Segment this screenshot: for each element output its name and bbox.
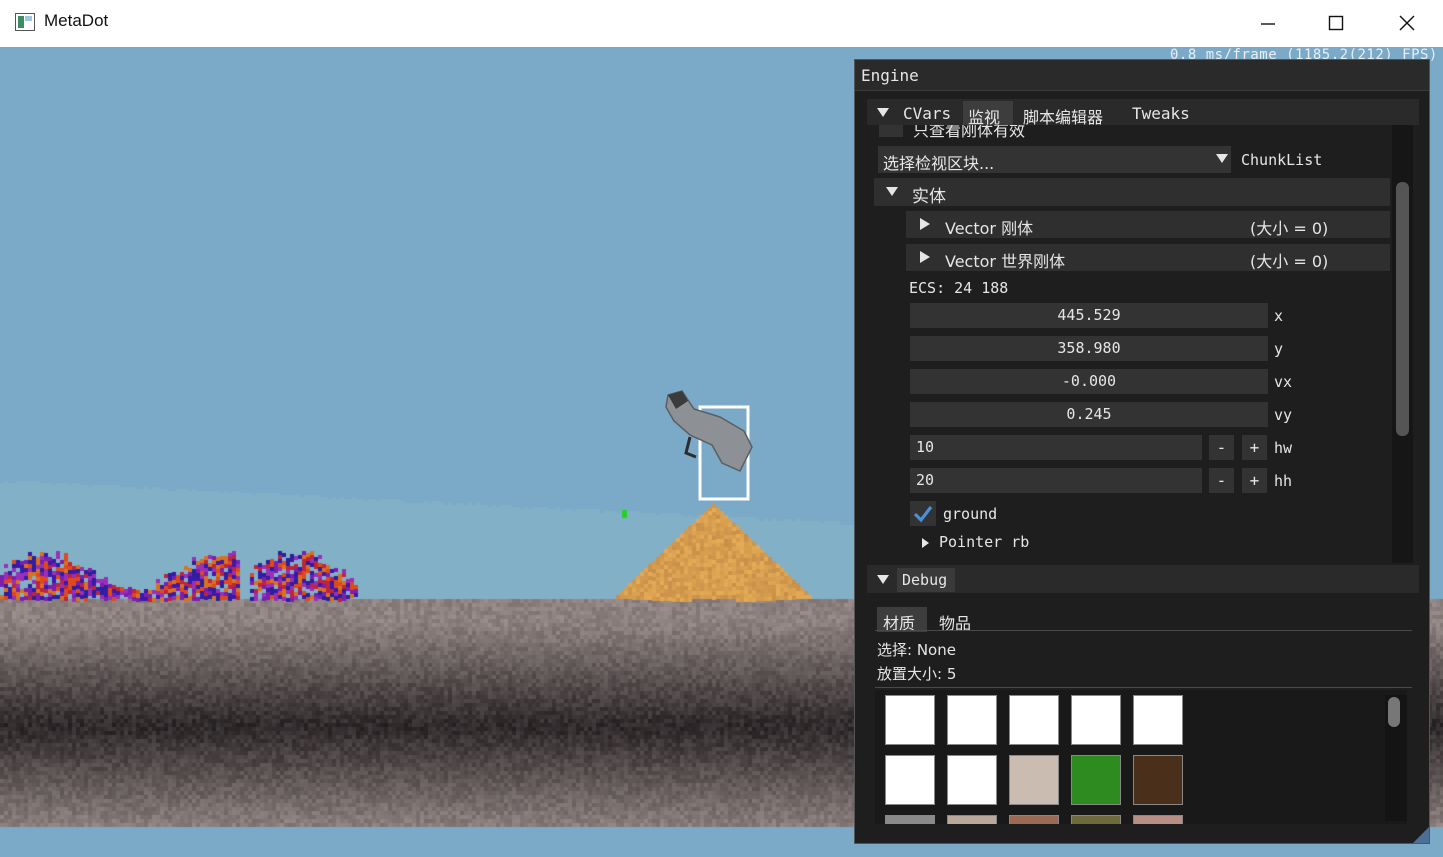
material-swatch[interactable] (947, 815, 997, 824)
entity-header[interactable]: 实体 (874, 178, 1390, 207)
chunk-list-label: ChunkList (1241, 151, 1323, 169)
rigidbody-only-checkbox[interactable] (879, 125, 903, 137)
material-swatch[interactable] (1133, 815, 1183, 824)
minimize-button[interactable] (1233, 0, 1304, 47)
maximize-button[interactable] (1301, 0, 1372, 47)
selected-material-text: 选择: None (877, 641, 956, 659)
engine-title-bar[interactable]: Engine (855, 60, 1429, 91)
hh-decrement-button[interactable]: - (1209, 468, 1234, 493)
material-scrollbar-thumb[interactable] (1388, 697, 1400, 727)
chunk-select[interactable]: 选择检视区块... (878, 146, 1231, 173)
hh-increment-button[interactable]: + (1242, 468, 1267, 493)
window-title-bar: MetaDot (0, 0, 1443, 48)
hw-increment-button[interactable]: + (1242, 435, 1267, 460)
vector-rigidbody-size: (大小 = 0) (1250, 219, 1329, 238)
player-arm (684, 436, 697, 459)
debug-section-header[interactable]: Debug (867, 565, 1419, 593)
material-swatch[interactable] (885, 815, 935, 824)
ecs-readout: ECS: 24 188 (909, 279, 1009, 297)
entity-y-field[interactable]: 358.980 (910, 336, 1268, 361)
entity-vy-label: vy (1274, 406, 1293, 424)
divider (875, 687, 1412, 688)
material-swatch[interactable] (1009, 815, 1059, 824)
close-icon (1399, 15, 1415, 31)
watch-scrollbar-thumb[interactable] (1396, 182, 1409, 436)
collapse-arrow-icon[interactable] (877, 108, 889, 117)
material-swatch[interactable] (1133, 755, 1183, 805)
material-swatch[interactable] (1071, 755, 1121, 805)
chunk-select-value: 选择检视区块... (883, 154, 995, 173)
maximize-icon (1328, 15, 1344, 31)
expand-arrow-icon (920, 218, 930, 230)
entity-vy-field[interactable]: 0.245 (910, 402, 1268, 427)
entity-header-label: 实体 (912, 187, 946, 207)
engine-section-header[interactable]: CVars 监视 脚本编辑器 Tweaks (867, 99, 1419, 127)
player-character (665, 390, 753, 501)
material-grid[interactable] (875, 690, 1407, 824)
resize-grip-icon[interactable] (1413, 827, 1429, 843)
engine-panel[interactable]: Engine CVars 监视 脚本编辑器 Tweaks 只查看刚体有效 选择检… (854, 59, 1430, 844)
material-swatch[interactable] (885, 695, 935, 745)
window-title: MetaDot (44, 11, 109, 30)
tab-materials[interactable]: 材质 (877, 607, 927, 633)
expand-arrow-icon[interactable] (922, 538, 929, 548)
pointer-rb-label[interactable]: Pointer rb (939, 533, 1029, 551)
collapse-arrow-icon[interactable] (877, 575, 889, 584)
hw-decrement-button[interactable]: - (1209, 435, 1234, 460)
tab-underline (875, 630, 1412, 631)
place-size-text: 放置大小: 5 (877, 665, 957, 683)
vector-world-rigidbody-row[interactable]: Vector 世界刚体 (大小 = 0) (906, 244, 1390, 271)
vector-world-rigidbody-label: Vector 世界刚体 (945, 252, 1066, 271)
material-swatch[interactable] (1071, 695, 1121, 745)
material-swatch[interactable] (885, 755, 935, 805)
entity-hh-field[interactable]: 20 (910, 468, 1202, 493)
entity-x-field[interactable]: 445.529 (910, 303, 1268, 328)
vector-rigidbody-row[interactable]: Vector 刚体 (大小 = 0) (906, 211, 1390, 238)
engine-title: Engine (861, 66, 919, 85)
material-swatch[interactable] (1009, 755, 1059, 805)
entity-x-label: x (1274, 307, 1284, 325)
expand-arrow-icon (920, 251, 930, 263)
tab-items[interactable]: 物品 (933, 607, 983, 633)
tab-cvars[interactable]: CVars (903, 104, 951, 123)
material-swatch[interactable] (947, 755, 997, 805)
watch-content[interactable]: 只查看刚体有效 选择检视区块... ChunkList 实体 Vector 刚体… (867, 125, 1413, 563)
debug-header-label: Debug (902, 571, 948, 589)
material-swatch[interactable] (947, 695, 997, 745)
close-button[interactable] (1372, 0, 1443, 47)
vector-rigidbody-label: Vector 刚体 (945, 219, 1034, 238)
vector-world-rigidbody-size: (大小 = 0) (1250, 252, 1329, 271)
entity-hw-field[interactable]: 10 (910, 435, 1202, 460)
rigidbody-only-label: 只查看刚体有效 (913, 125, 1026, 140)
material-swatch[interactable] (1071, 815, 1121, 824)
entity-vx-label: vx (1274, 373, 1293, 391)
material-swatch[interactable] (1133, 695, 1183, 745)
tab-tweaks[interactable]: Tweaks (1132, 104, 1190, 123)
ground-checkbox[interactable] (910, 501, 936, 526)
entity-hw-label: hw (1274, 439, 1293, 457)
entity-hh-label: hh (1274, 472, 1293, 490)
material-swatch[interactable] (1009, 695, 1059, 745)
app-icon (15, 13, 35, 31)
ground-label: ground (943, 505, 998, 523)
chevron-down-icon (1216, 154, 1228, 163)
entity-vx-field[interactable]: -0.000 (910, 369, 1268, 394)
entity-y-label: y (1274, 340, 1284, 358)
collapse-arrow-icon (886, 187, 898, 196)
checkmark-icon (913, 506, 933, 523)
minimize-icon (1261, 23, 1275, 25)
